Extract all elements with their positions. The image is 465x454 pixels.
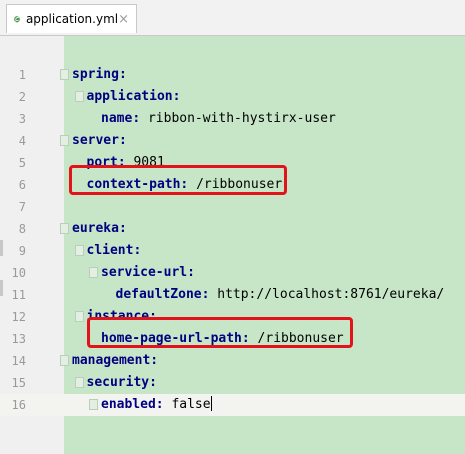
line-number: 16	[11, 398, 26, 412]
yaml-separator: :	[118, 133, 127, 148]
code-editor[interactable]: 1 spring: 2 application: 3 name: ribbon-with-…	[0, 36, 465, 454]
yaml-key: service-url	[101, 265, 188, 280]
line-number: 7	[18, 200, 26, 214]
line-number: 6	[18, 178, 26, 192]
line-number: 1	[18, 68, 26, 82]
yaml-separator: :	[172, 89, 181, 104]
code-line[interactable]: 7	[0, 196, 465, 218]
line-number: 15	[11, 376, 26, 390]
yaml-value: false	[163, 397, 211, 412]
code-line[interactable]: 15 security:	[0, 372, 465, 394]
fold-marker-icon[interactable]	[74, 377, 84, 388]
yaml-separator: :	[118, 67, 127, 82]
highlight-box-home-page-url-path	[87, 317, 353, 348]
yaml-key: eureka	[72, 221, 119, 236]
code-text: defaultZone: http://localhost:8761/eurek…	[116, 284, 445, 306]
fold-marker-icon[interactable]	[60, 135, 69, 146]
line-number: 2	[18, 90, 26, 104]
code-text: client:	[87, 240, 142, 262]
fold-marker-icon[interactable]	[89, 267, 98, 278]
code-line[interactable]: 8 eureka:	[0, 218, 465, 240]
text-caret	[210, 396, 212, 411]
yaml-key: server	[72, 133, 119, 148]
yaml-file-icon	[14, 16, 20, 23]
yaml-key: name	[101, 111, 133, 126]
code-text: name: ribbon-with-hystirx-user	[101, 108, 336, 130]
code-text: application:	[87, 86, 181, 108]
code-line[interactable]: 1 spring:	[0, 64, 465, 86]
code-text: eureka:	[72, 218, 127, 240]
close-icon[interactable]: ×	[118, 13, 129, 26]
file-tab[interactable]: application.yml ×	[6, 4, 137, 33]
yaml-key: application	[86, 89, 173, 104]
yaml-key: management	[72, 353, 151, 368]
line-number: 3	[18, 112, 26, 126]
line-number: 9	[18, 244, 26, 258]
fold-marker-icon[interactable]	[89, 399, 98, 410]
line-number: 10	[11, 266, 26, 280]
line-number: 13	[11, 332, 26, 346]
yaml-value: http://localhost:8761/eureka/	[209, 287, 445, 302]
yaml-value: ribbon-with-hystirx-user	[140, 111, 336, 126]
code-line[interactable]: 10 service-url:	[0, 262, 465, 284]
code-line[interactable]: 14 management:	[0, 350, 465, 372]
fold-marker-icon[interactable]	[74, 311, 84, 322]
yaml-key: defaultZone	[115, 287, 202, 302]
yaml-separator: :	[155, 397, 164, 412]
line-number: 12	[11, 310, 26, 324]
code-text: enabled: false	[101, 394, 212, 416]
code-text: spring:	[72, 64, 127, 86]
line-number: 4	[18, 134, 26, 148]
line-number: 5	[18, 156, 26, 170]
fold-marker-icon[interactable]	[74, 245, 84, 256]
yaml-separator: :	[149, 375, 157, 390]
highlight-box-context-path	[69, 165, 287, 195]
code-line[interactable]: 16 enabled: false	[0, 394, 465, 416]
code-text: server:	[72, 130, 127, 152]
code-line[interactable]: 4 server:	[0, 130, 465, 152]
yaml-separator: :	[118, 221, 127, 236]
code-line[interactable]: 3 name: ribbon-with-hystirx-user	[0, 108, 465, 130]
yaml-separator: :	[187, 265, 195, 280]
line-number: 11	[11, 288, 26, 302]
yaml-key: security	[86, 375, 150, 390]
tab-filename: application.yml	[25, 12, 119, 26]
yaml-separator: :	[133, 243, 142, 258]
fold-marker-icon[interactable]	[60, 223, 69, 234]
code-text: service-url:	[101, 262, 195, 284]
code-text: security:	[87, 372, 157, 394]
editor-tab-bar: application.yml ×	[0, 0, 465, 36]
code-text: management:	[72, 350, 158, 372]
code-line[interactable]: 11 defaultZone: http://localhost:8761/eur…	[0, 284, 465, 306]
yaml-separator: :	[150, 353, 159, 368]
fold-marker-icon[interactable]	[60, 355, 69, 366]
yaml-key: client	[86, 243, 134, 258]
fold-marker-icon[interactable]	[60, 69, 69, 80]
fold-marker-icon[interactable]	[74, 91, 84, 102]
code-line[interactable]: 2 application:	[0, 86, 465, 108]
line-number: 14	[11, 354, 26, 368]
yaml-key: spring	[72, 67, 119, 82]
yaml-key: enabled	[101, 397, 156, 412]
yaml-separator: :	[132, 111, 141, 126]
line-number: 8	[18, 222, 26, 236]
code-line[interactable]: 9 client:	[0, 240, 465, 262]
